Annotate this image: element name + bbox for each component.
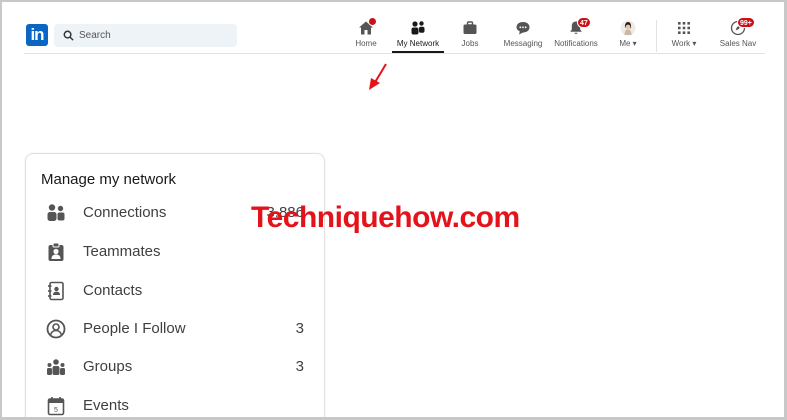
nav-messaging[interactable]: Messaging bbox=[501, 20, 545, 54]
nav-work[interactable]: Work ▾ bbox=[668, 20, 700, 54]
chevron-down-icon: ▾ bbox=[692, 39, 697, 48]
nav-notifications-label: Notifications bbox=[554, 39, 598, 48]
nav-home-label: Home bbox=[355, 39, 377, 48]
nav-my-network-label: My Network bbox=[396, 39, 440, 48]
card-title: Manage my network bbox=[41, 171, 177, 188]
list-item-count: 3 bbox=[295, 358, 304, 375]
home-icon bbox=[358, 17, 377, 36]
nav-me[interactable]: Me ▾ bbox=[614, 20, 642, 54]
nav-messaging-label: Messaging bbox=[503, 39, 543, 48]
annotation-arrow-network bbox=[369, 63, 387, 90]
list-item-contacts[interactable]: Contacts bbox=[26, 273, 324, 309]
manage-network-card: Manage my network Connections 3,886 Team… bbox=[25, 153, 325, 420]
list-item-label: Groups bbox=[83, 358, 133, 375]
linkedin-logo[interactable]: in bbox=[26, 24, 48, 46]
chevron-down-icon: ▾ bbox=[632, 39, 637, 48]
grid-icon bbox=[676, 20, 692, 36]
list-item-label: People I Follow bbox=[83, 320, 186, 337]
nav-sales-nav-label: Sales Nav bbox=[719, 39, 757, 48]
nav-notifications[interactable]: 47 Notifications bbox=[550, 17, 602, 54]
nav-jobs[interactable]: Jobs bbox=[456, 20, 484, 54]
message-icon bbox=[515, 20, 531, 36]
bell-icon: 47 bbox=[568, 17, 591, 36]
home-notification-dot bbox=[368, 17, 377, 26]
contacts-icon bbox=[48, 281, 64, 301]
compass-icon: 99+ bbox=[730, 17, 755, 36]
briefcase-icon bbox=[462, 20, 478, 36]
nav-jobs-label: Jobs bbox=[461, 39, 479, 48]
list-item-label: Teammates bbox=[83, 243, 161, 260]
groups-icon bbox=[47, 359, 65, 375]
list-item-label: Contacts bbox=[83, 282, 143, 299]
list-item-people-i-follow[interactable]: People I Follow 3 bbox=[26, 311, 324, 347]
events-icon: 5 bbox=[47, 397, 65, 416]
search-icon bbox=[63, 30, 74, 41]
nav-bottom-border bbox=[24, 53, 765, 54]
people-follow-icon bbox=[46, 319, 66, 339]
watermark-text: Techniquehow.com bbox=[251, 201, 520, 234]
top-navigation-bar: in Home My Network Jobs bbox=[0, 0, 787, 54]
nav-my-network[interactable]: My Network bbox=[392, 20, 444, 54]
list-item-groups[interactable]: Groups 3 bbox=[26, 349, 324, 385]
sales-nav-badge: 99+ bbox=[737, 17, 755, 28]
nav-work-label: Work ▾ bbox=[671, 39, 697, 48]
nav-home[interactable]: Home bbox=[350, 17, 382, 54]
my-network-icon bbox=[410, 20, 426, 36]
search-input[interactable] bbox=[79, 27, 229, 44]
connections-icon bbox=[47, 204, 65, 221]
teammates-icon bbox=[48, 242, 64, 261]
list-item-label: Connections bbox=[83, 204, 167, 221]
svg-text:5: 5 bbox=[54, 407, 58, 414]
nav-me-label: Me ▾ bbox=[619, 39, 637, 48]
nav-divider bbox=[656, 20, 657, 52]
list-item-teammates[interactable]: Teammates bbox=[26, 234, 324, 270]
nav-sales-nav[interactable]: 99+ Sales Nav bbox=[716, 17, 760, 54]
notifications-badge: 47 bbox=[577, 17, 591, 28]
list-item-label: Events bbox=[83, 397, 129, 414]
list-item-count: 3 bbox=[295, 320, 304, 337]
avatar bbox=[620, 20, 636, 36]
list-item-events[interactable]: 5 Events bbox=[26, 388, 324, 420]
